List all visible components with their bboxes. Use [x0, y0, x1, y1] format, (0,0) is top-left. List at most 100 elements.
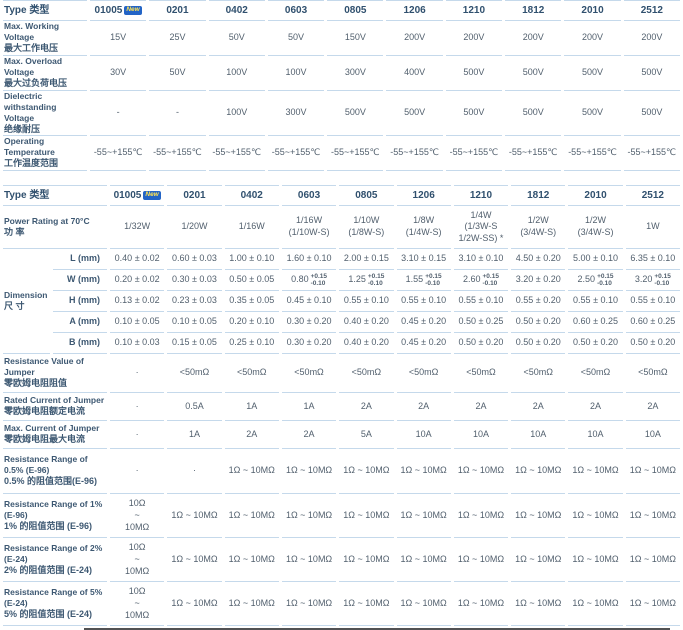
spec-cell-1210: 2A	[453, 393, 509, 422]
spec-cell-1812: 10A	[511, 421, 566, 450]
row-label-en: Resistance Range of 0.5% (E-96)	[4, 454, 88, 476]
spec-cell-1206: 1Ω ~ 10MΩ	[396, 538, 451, 583]
spec-cell-2010: 200V	[564, 21, 621, 56]
spec-cell-1210: 200V	[445, 21, 503, 56]
row-label-zh: 零欧姆电阻额定电流	[4, 406, 86, 417]
row-label-resistance-value-of-jumper: Resistance Value of Jumper 零欧姆电阻阻值	[3, 354, 108, 394]
column-header-0603: 0603	[281, 185, 337, 207]
row-label-en: Resistance Range of 5% (E-24)	[4, 586, 103, 608]
spec-cell-2512: 1Ω ~ 10MΩ	[625, 449, 680, 495]
row-label-en: Max. Current of Jumper	[4, 423, 100, 434]
spec-cell-2010: 500V	[564, 56, 621, 91]
column-header-1812: 1812	[505, 0, 562, 21]
row-label-en: Dielectric withstanding Voltage	[4, 90, 57, 123]
dimension-cell-0402: 0.50 ± 0.05	[224, 270, 279, 292]
spec-cell-01005: 15V	[90, 21, 147, 56]
dimension-cell-2010: 0.60 ± 0.25	[568, 312, 623, 334]
asymmetric-tolerance: +0.15 -0.10	[310, 273, 328, 288]
spec-cell-0402: 100V	[208, 91, 265, 137]
row-label-en: Power Rating at 70°C	[4, 215, 90, 226]
dimension-cell-1210: 0.55 ± 0.10	[453, 291, 509, 313]
row-label-resistance-range-of-5-e-24: Resistance Range of 5% (E-24) 5% 的阻值范围 (E…	[3, 582, 108, 627]
table-row-rated-current-of-jumper: Rated Current of Jumper 零欧姆电阻额定电流 · 0.5A 1A 1…	[3, 393, 680, 422]
power-dimension-spec-table-mount: Type 类型 01005 New 0201 0402 0603 0805 1206 1210 1…	[0, 185, 683, 627]
header-row: Type 类型 01005 New 0201 0402 0603 0805 1206 1210 1…	[3, 0, 680, 21]
table-row-resistance-range-of-2-e-24: Resistance Range of 2% (E-24) 2% 的阻值范围 (E…	[3, 538, 680, 583]
dimension-cell-0603: 1.60 ± 0.10	[281, 249, 337, 271]
table-row-resistance-value-of-jumper: Resistance Value of Jumper 零欧姆电阻阻值 · <50mΩ <…	[3, 354, 680, 394]
spec-cell-0805: 5A	[339, 421, 394, 450]
spec-cell-1812: 500V	[505, 91, 562, 137]
spec-cell-0402: 1Ω ~ 10MΩ	[224, 449, 279, 495]
dimension-cell-2512: 6.35 ± 0.10	[625, 249, 680, 271]
row-label-power-rating-at-70-c: Power Rating at 70°C 功 率	[3, 206, 108, 250]
spec-cell-1206: -55~+155℃	[386, 136, 443, 172]
dimension-cell-2010: 2.50 +0.15 -0.10	[568, 270, 623, 292]
row-label-zh: 工作温度范围	[4, 158, 59, 169]
spec-cell-1210: 1/4W (1/3W-S 1/2W-SS) *	[453, 206, 509, 250]
spec-cell-0603: 2A	[281, 421, 337, 450]
dimension-cell-0603: 0.30 ± 0.20	[281, 333, 337, 355]
dimension-cell-0805: 0.40 ± 0.20	[339, 312, 394, 334]
spec-cell-0805: 1Ω ~ 10MΩ	[339, 582, 394, 627]
spec-cell-01005: ·	[110, 449, 165, 495]
dimension-cell-2512: 3.20 +0.15 -0.10	[625, 270, 680, 292]
dimension-label-zh: 尺 寸	[4, 300, 25, 311]
new-badge: New	[143, 191, 161, 200]
spec-cell-01005: 10Ω ~ 10MΩ	[110, 538, 165, 583]
spec-cell-0201: 25V	[149, 21, 206, 56]
column-header-1812: 1812	[511, 185, 566, 207]
column-header-0201: 0201	[149, 0, 206, 21]
spec-cell-2010: <50mΩ	[568, 354, 623, 394]
spec-cell-2010: 1Ω ~ 10MΩ	[568, 538, 623, 583]
column-header-2010: 2010	[564, 0, 621, 21]
type-header: Type 类型	[3, 185, 108, 207]
spec-cell-2512: 1W	[625, 206, 680, 250]
row-label-resistance-range-of-2-e-24: Resistance Range of 2% (E-24) 2% 的阻值范围 (E…	[3, 538, 108, 583]
spec-cell-2512: -55~+155℃	[623, 136, 680, 172]
dimension-cell-0402: 1.00 ± 0.10	[224, 249, 279, 271]
spec-cell-01005: 10Ω ~ 10MΩ	[110, 582, 165, 627]
spec-cell-0603: 50V	[267, 21, 325, 56]
table-row-resistance-range-of-0-5-e-96: Resistance Range of 0.5% (E-96) 0.5% 的阻值范…	[3, 449, 680, 495]
row-label-en: Resistance Value of Jumper	[4, 356, 84, 378]
value-with-tolerance: 3.20 +0.15 -0.10	[634, 273, 671, 288]
column-header-1206: 1206	[386, 0, 443, 21]
dimension-sublabel-b-mm: B (mm)	[53, 333, 108, 355]
column-header-0805: 0805	[339, 185, 394, 207]
dimension-cell-0603: 0.80 +0.15 -0.10	[281, 270, 337, 292]
spec-cell-01005: ·	[110, 421, 165, 450]
column-header-0402: 0402	[208, 0, 265, 21]
spec-cell-1210: <50mΩ	[453, 354, 509, 394]
spec-cell-0805: 1/10W (1/8W-S)	[339, 206, 394, 250]
table-row-resistance-range-of-1-e-96: Resistance Range of 1% (E-96) 1% 的阻值范围 (E…	[3, 494, 680, 539]
spec-cell-0402: 2A	[224, 421, 279, 450]
spec-cell-0402: 100V	[208, 56, 265, 91]
dimension-cell-1206: 1.55 +0.15 -0.10	[396, 270, 451, 292]
dimension-cell-2512: 0.60 ± 0.25	[625, 312, 680, 334]
type-header: Type 类型	[3, 0, 87, 21]
dimension-cell-0603: 0.30 ± 0.20	[281, 312, 337, 334]
dimension-cell-0201: 0.15 ± 0.05	[167, 333, 222, 355]
column-header-0201: 0201	[167, 185, 222, 207]
dimension-sublabel-w-mm: W (mm)	[53, 270, 108, 292]
spec-cell-2010: 1Ω ~ 10MΩ	[568, 494, 623, 539]
row-label-zh: 最大工作电压	[4, 43, 59, 54]
spec-cell-0603: 1/16W (1/10W-S)	[281, 206, 337, 250]
dimension-cell-1812: 0.50 ± 0.20	[511, 333, 566, 355]
spec-cell-1206: 1Ω ~ 10MΩ	[396, 449, 451, 495]
dimension-cell-01005: 0.13 ± 0.02	[110, 291, 165, 313]
dimension-cell-2010: 0.50 ± 0.20	[568, 333, 623, 355]
dimension-cell-0201: 0.23 ± 0.03	[167, 291, 222, 313]
spec-cell-0201: 1/20W	[167, 206, 222, 250]
spec-cell-2512: 1Ω ~ 10MΩ	[625, 582, 680, 627]
electrical-spec-table: Type 类型 01005 New 0201 0402 0603 0805 1206 1210 1…	[0, 0, 683, 172]
dimension-cell-1812: 4.50 ± 0.20	[511, 249, 566, 271]
spec-cell-0402: 50V	[208, 21, 265, 56]
row-label-zh: 5% 的阻值范围 (E-24)	[4, 608, 93, 619]
spec-cell-0603: -55~+155℃	[267, 136, 325, 172]
table-row-max-current-of-jumper: Max. Current of Jumper 零欧姆电阻最大电流 · 1A 2A 2A 5A…	[3, 421, 680, 450]
dimension-cell-01005: 0.40 ± 0.02	[110, 249, 165, 271]
column-header-2512: 2512	[625, 185, 680, 207]
dimension-label-en: Dimension	[4, 289, 48, 300]
